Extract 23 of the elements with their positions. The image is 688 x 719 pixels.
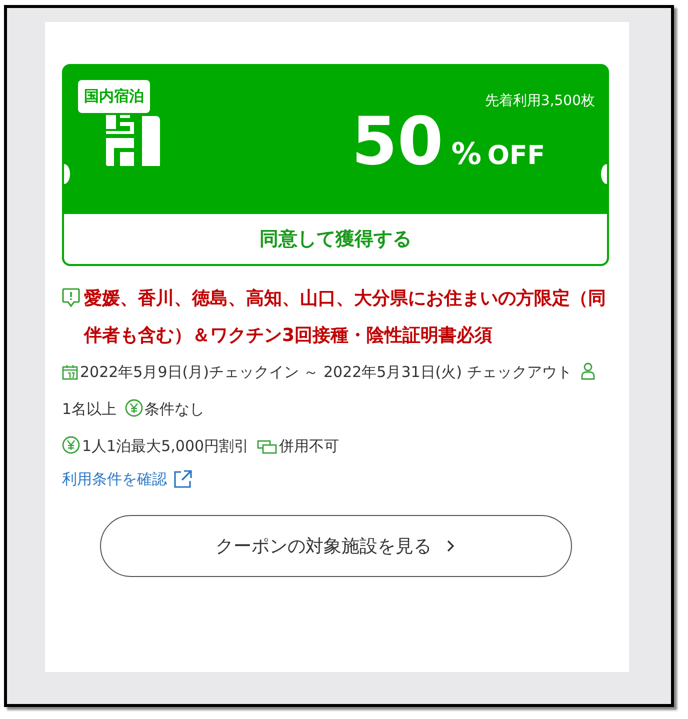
yen-icon <box>124 399 143 417</box>
detail-text: 1人1泊最大5,000円割引 <box>82 437 250 455</box>
usage-limit: 先着利用3,500枚 <box>484 92 595 110</box>
percent-sign: % <box>451 137 482 172</box>
calendar-icon <box>62 364 78 380</box>
detail-text: 2022年5月9日(月)チェックイン ～ 2022年5月31日(火) チェックアウト <box>80 363 572 381</box>
discount-value: 50 <box>351 109 444 175</box>
off-label: OFF <box>487 141 545 171</box>
detail-text: 1名以上 <box>62 400 117 418</box>
view-facilities-button[interactable]: クーポンの対象施設を見る <box>100 515 572 577</box>
alert-icon <box>62 288 80 308</box>
yen-icon <box>62 436 80 454</box>
category-tag: 国内宿泊 <box>78 80 150 113</box>
detail-text: 条件なし <box>144 400 205 418</box>
person-icon <box>580 362 596 380</box>
get-coupon-button[interactable]: 同意して獲得する <box>64 214 607 264</box>
building-icon <box>104 113 162 169</box>
chevron-right-icon <box>446 539 456 553</box>
external-link-icon <box>173 469 193 489</box>
detail-text: 併用不可 <box>279 437 340 455</box>
terms-link[interactable]: 利用条件を確認 <box>62 470 167 488</box>
notice-text: 愛媛、香川、徳島、高知、山口、大分県にお住まいの方限定（同伴者も含む）＆ワクチン3回接種・陰性証明書必須 <box>84 287 607 348</box>
cards-icon <box>257 440 278 454</box>
